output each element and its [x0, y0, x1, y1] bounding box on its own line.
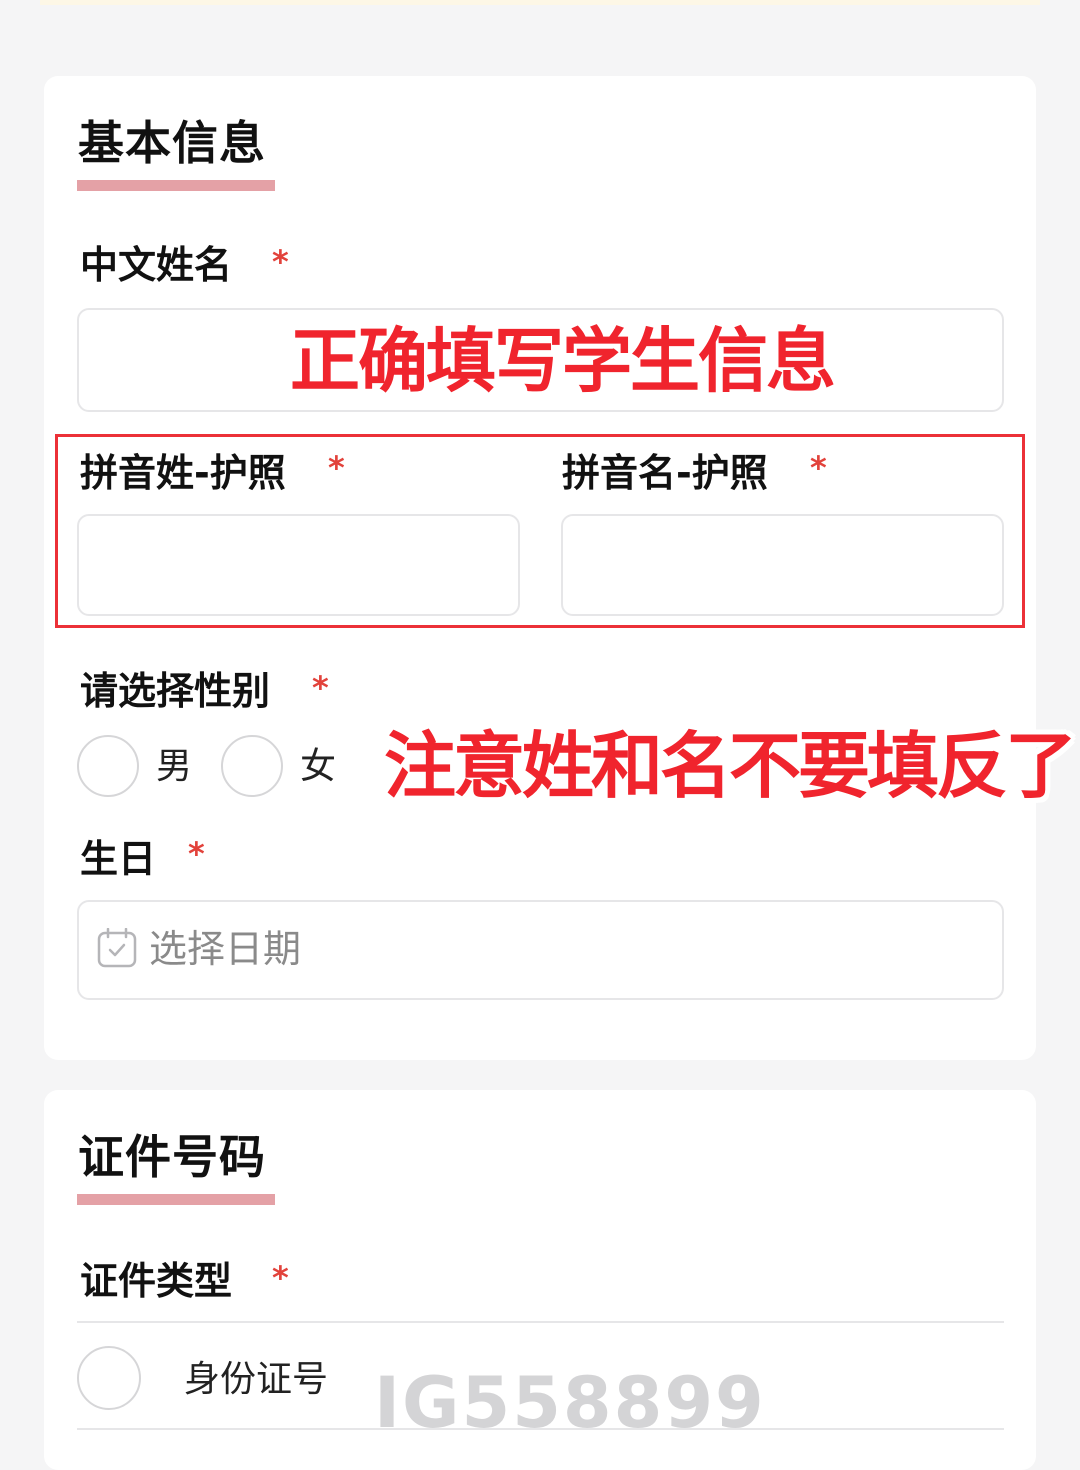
section-title-underline: [77, 180, 275, 191]
top-notice-strip: [40, 0, 1040, 5]
section-title-underline: [77, 1194, 275, 1205]
id-type-radio-id-card[interactable]: [77, 1346, 141, 1410]
required-mark: *: [312, 669, 329, 707]
required-mark: *: [188, 835, 205, 873]
birthday-date-picker[interactable]: 选择日期: [77, 900, 1004, 1000]
id-type-label: 证件类型: [80, 1259, 233, 1303]
gender-label: 请选择性别: [80, 669, 271, 713]
annotation-surname-name-warning: 注意姓和名不要填反了: [384, 724, 1077, 808]
gender-option-female-label: 女: [300, 746, 337, 787]
birthday-label: 生日: [80, 837, 157, 881]
section-title-id-number: 证件号码: [78, 1130, 266, 1184]
divider: [77, 1321, 1004, 1323]
calendar-icon: [97, 928, 137, 968]
annotation-fill-student-info: 正确填写学生信息: [290, 320, 836, 402]
required-mark: *: [272, 1259, 289, 1297]
birthday-placeholder: 选择日期: [149, 927, 302, 971]
chinese-name-label: 中文姓名: [80, 243, 233, 287]
id-type-option-id-card-label: 身份证号: [184, 1359, 329, 1400]
gender-radio-female[interactable]: [221, 735, 283, 797]
gender-option-male-label: 男: [156, 746, 193, 787]
gender-radio-male[interactable]: [77, 735, 139, 797]
pinyin-fields-highlight-box: [55, 434, 1025, 628]
watermark: IG558899: [374, 1362, 766, 1444]
section-title-basic-info: 基本信息: [78, 116, 266, 170]
required-mark: *: [272, 243, 289, 281]
